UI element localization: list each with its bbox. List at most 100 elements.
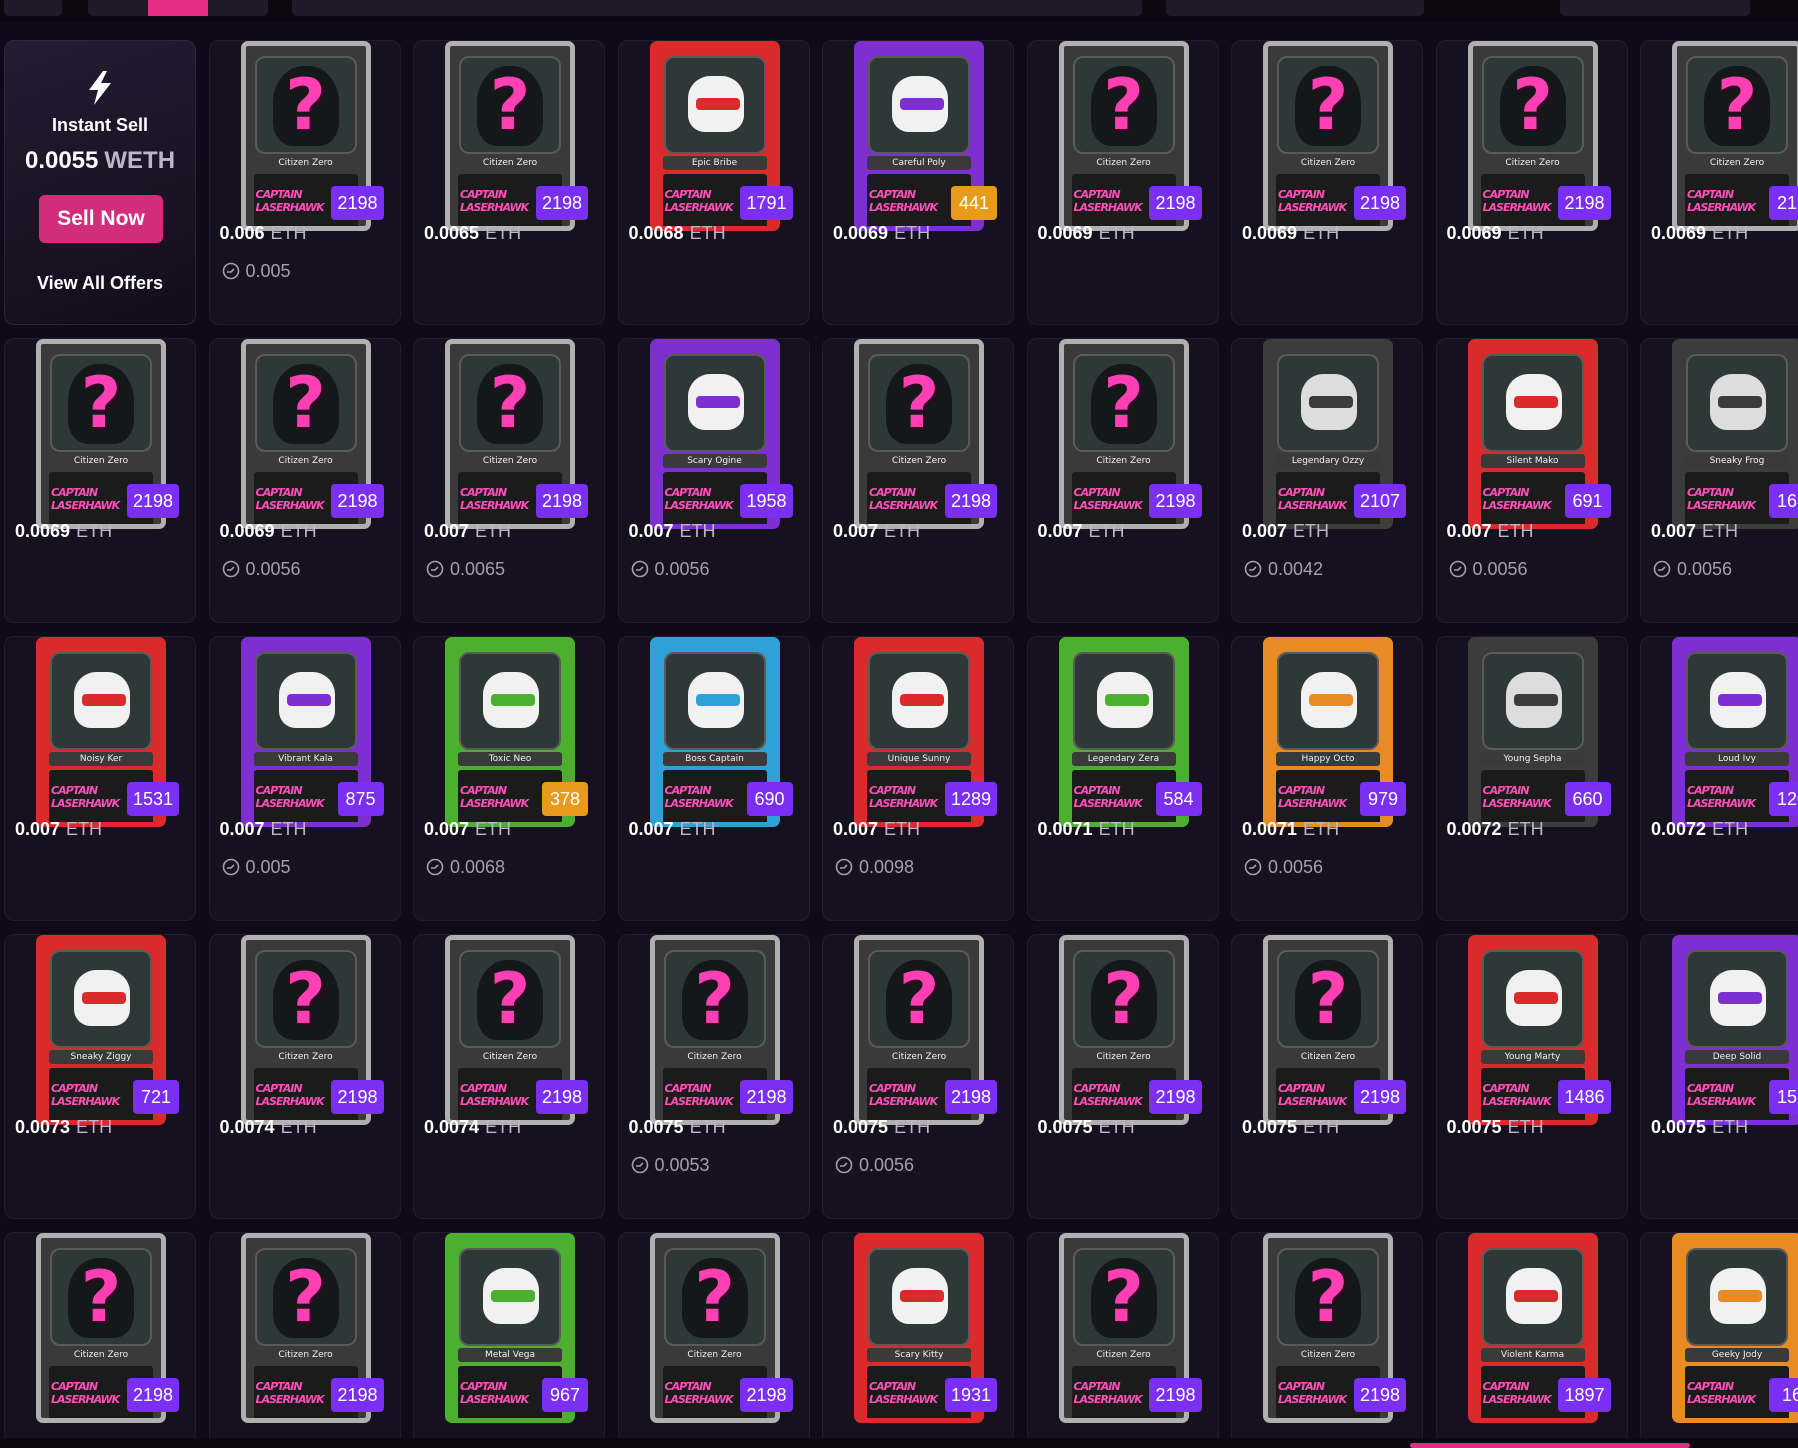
price-unit: ETH	[894, 223, 931, 243]
nft-card[interactable]: ? Citizen Zero CAPTAIN LASERHAWK 2198 0.0075…	[617, 934, 810, 1219]
price-unit: ETH	[485, 1117, 522, 1137]
nft-card[interactable]: Scary Ogine CAPTAIN LASERHAWK 1958 0.007 ETH…	[617, 338, 810, 623]
nft-card[interactable]: Sneaky FrogCAPTAIN LASERHAWK1630.007ETH0…	[1640, 338, 1798, 623]
search-input[interactable]	[292, 0, 1142, 16]
character-name: Citizen Zero	[458, 1050, 562, 1064]
price: 0.0065 ETH	[424, 223, 521, 244]
nft-card[interactable]: ? Citizen Zero CAPTAIN LASERHAWK 2198	[617, 1232, 810, 1438]
nft-card[interactable]: ? Citizen Zero CAPTAIN LASERHAWK 2198	[1026, 1232, 1219, 1438]
price-unit: ETH	[76, 521, 113, 541]
nft-card[interactable]: ? Citizen Zero CAPTAIN LASERHAWK 2198 0.0069…	[1435, 40, 1628, 325]
rank-badge: 967	[542, 1378, 588, 1412]
price-unit: ETH	[1098, 223, 1135, 243]
character-visor	[82, 992, 126, 1004]
nft-card[interactable]: ? Citizen Zero CAPTAIN LASERHAWK 2198	[208, 1232, 401, 1438]
price-unit: ETH	[689, 223, 726, 243]
price-value: 0.006	[219, 223, 265, 243]
best-offer: 0.0056	[1244, 857, 1323, 878]
price-value: 0.0075	[1651, 1117, 1707, 1137]
nft-card[interactable]: ? Citizen Zero CAPTAIN LASERHAWK 2198	[4, 1232, 196, 1438]
nft-card[interactable]: Silent Mako CAPTAIN LASERHAWK 691 0.007 ETH 0…	[1435, 338, 1628, 623]
nft-card[interactable]: Legendary Ozzy CAPTAIN LASERHAWK 2107 0.007…	[1231, 338, 1423, 623]
nft-card[interactable]: ? Citizen Zero CAPTAIN LASERHAWK 2198 0.0074…	[413, 934, 605, 1219]
nft-card[interactable]: ? Citizen Zero CAPTAIN LASERHAWK 2198 0.0069…	[1231, 40, 1423, 325]
nft-card[interactable]: Young Sepha CAPTAIN LASERHAWK 660 0.0072 ETH	[1435, 636, 1628, 921]
character-name: Boss Captain	[662, 752, 767, 766]
nft-card[interactable]: ? Citizen Zero CAPTAIN LASERHAWK 2198 0.007 E…	[413, 338, 605, 623]
nft-card[interactable]: Legendary Zera CAPTAIN LASERHAWK 584 0.0071…	[1026, 636, 1219, 921]
nft-card[interactable]: ? Citizen Zero CAPTAIN LASERHAWK 2198 0.006 E…	[208, 40, 401, 325]
price: 0.007 ETH	[424, 521, 511, 542]
card-portrait	[1686, 652, 1788, 750]
toolbar-button[interactable]	[4, 0, 62, 16]
nft-card[interactable]: Deep SolidCAPTAIN LASERHAWK1510.0075ETH	[1640, 934, 1798, 1219]
nft-card[interactable]: Vibrant Kala CAPTAIN LASERHAWK 875 0.007 ETH…	[208, 636, 401, 921]
nft-card[interactable]: ? Citizen Zero CAPTAIN LASERHAWK 2198 0.0069…	[1026, 40, 1219, 325]
character-name: Vibrant Kala	[253, 752, 358, 766]
character-name: Citizen Zero	[1276, 1348, 1380, 1362]
nft-card[interactable]: Unique Sunny CAPTAIN LASERHAWK 1289 0.007 ET…	[822, 636, 1014, 921]
nft-card[interactable]: Noisy Ker CAPTAIN LASERHAWK 1531 0.007 ETH	[4, 636, 196, 921]
sell-now-button[interactable]: Sell Now	[39, 195, 163, 243]
nft-card[interactable]: Violent Karma CAPTAIN LASERHAWK 1897	[1435, 1232, 1628, 1438]
price-value: 0.0071	[1037, 819, 1093, 839]
nft-card[interactable]: Scary Kitty CAPTAIN LASERHAWK 1931	[822, 1232, 1014, 1438]
price: 0.007 ETH	[833, 521, 920, 542]
nft-card[interactable]: ? Citizen Zero CAPTAIN LASERHAWK 2198 0.0074…	[208, 934, 401, 1219]
card-portrait: ?	[459, 354, 561, 452]
nft-card[interactable]: ? Citizen Zero CAPTAIN LASERHAWK 2198 0.007 E…	[822, 338, 1014, 623]
nft-card[interactable]: Geeky JodyCAPTAIN LASERHAWK16	[1640, 1232, 1798, 1438]
nft-card[interactable]: ? Citizen Zero CAPTAIN LASERHAWK 2198 0.007 E…	[1026, 338, 1219, 623]
best-offer: 0.0056	[835, 1155, 914, 1176]
price-unit: ETH	[270, 819, 307, 839]
nft-card[interactable]: ? Citizen Zero CAPTAIN LASERHAWK 2198 0.0069…	[4, 338, 196, 623]
instant-sell-label: Instant Sell	[51, 115, 149, 135]
card-portrait	[663, 56, 766, 154]
nft-card[interactable]: ? Citizen Zero CAPTAIN LASERHAWK 2198 0.0065…	[413, 40, 605, 325]
price: 0.0069 ETH	[220, 521, 317, 542]
nft-card[interactable]: ? Citizen Zero CAPTAIN LASERHAWK 2198 0.0069…	[208, 338, 401, 623]
nft-card[interactable]: Toxic Neo CAPTAIN LASERHAWK 378 0.007 ETH 0.0…	[413, 636, 605, 921]
card-portrait	[1686, 1248, 1788, 1346]
sort-select[interactable]	[1166, 0, 1424, 16]
price-value: 0.0075	[1446, 1117, 1502, 1137]
price-value: 0.007	[219, 819, 265, 839]
character-name: Violent Karma	[1480, 1348, 1585, 1362]
nft-card[interactable]: Metal Vega CAPTAIN LASERHAWK 967	[413, 1232, 605, 1438]
price-unit: ETH	[270, 223, 307, 243]
best-offer: 0.0056	[222, 559, 301, 580]
character-name: Citizen Zero	[1071, 454, 1176, 468]
nft-card[interactable]: Young Marty CAPTAIN LASERHAWK 1486 0.0075 ET…	[1435, 934, 1628, 1219]
character-name: Citizen Zero	[867, 1050, 971, 1064]
nft-card[interactable]: ? Citizen Zero CAPTAIN LASERHAWK 2198 0.0075…	[1026, 934, 1219, 1219]
question-mark-icon: ?	[1512, 64, 1553, 146]
nft-card[interactable]: ? Citizen Zero CAPTAIN LASERHAWK 2198 0.0075…	[1231, 934, 1423, 1219]
price: 0.0075 ETH	[833, 1117, 930, 1138]
nft-card[interactable]: ?Citizen ZeroCAPTAIN LASERHAWK2190.0069E…	[1640, 40, 1798, 325]
nft-card[interactable]: Boss Captain CAPTAIN LASERHAWK 690 0.007 ETH	[617, 636, 810, 921]
character-name: Scary Kitty	[867, 1348, 971, 1362]
offer-value: 0.005	[245, 857, 291, 877]
view-toggle-active[interactable]	[148, 0, 208, 16]
rank-badge: 2198	[740, 1378, 793, 1412]
card-portrait	[868, 56, 970, 154]
nft-card[interactable]: Happy Octo CAPTAIN LASERHAWK 979 0.0071 ETH 0…	[1231, 636, 1423, 921]
nft-card[interactable]: Careful Poly CAPTAIN LASERHAWK 441 0.0069 ET…	[822, 40, 1014, 325]
character-name: Citizen Zero	[1685, 156, 1789, 170]
view-all-offers-link[interactable]: View All Offers	[5, 273, 195, 294]
nft-card[interactable]: Epic Bribe CAPTAIN LASERHAWK 1791 0.0068 ETH	[617, 40, 810, 325]
question-mark-icon: ?	[694, 958, 735, 1040]
nft-card[interactable]: Loud IvyCAPTAIN LASERHAWK1200.0072ETH	[1640, 636, 1798, 921]
price-unit: ETH	[894, 1117, 931, 1137]
character-visor	[695, 98, 740, 110]
nft-card[interactable]: Sneaky Ziggy CAPTAIN LASERHAWK 721 0.0073 ET…	[4, 934, 196, 1219]
card-portrait	[1481, 354, 1584, 452]
offer-value: 0.005	[245, 261, 291, 281]
character-visor	[1513, 396, 1558, 408]
nft-card[interactable]: ? Citizen Zero CAPTAIN LASERHAWK 2198	[1231, 1232, 1423, 1438]
toolbar-action-button[interactable]	[1560, 0, 1750, 16]
price-value: 0.0075	[628, 1117, 684, 1137]
nft-card[interactable]: ? Citizen Zero CAPTAIN LASERHAWK 2198 0.0075…	[822, 934, 1014, 1219]
card-portrait: ?	[254, 950, 357, 1048]
price-value: 0.007	[424, 521, 470, 541]
